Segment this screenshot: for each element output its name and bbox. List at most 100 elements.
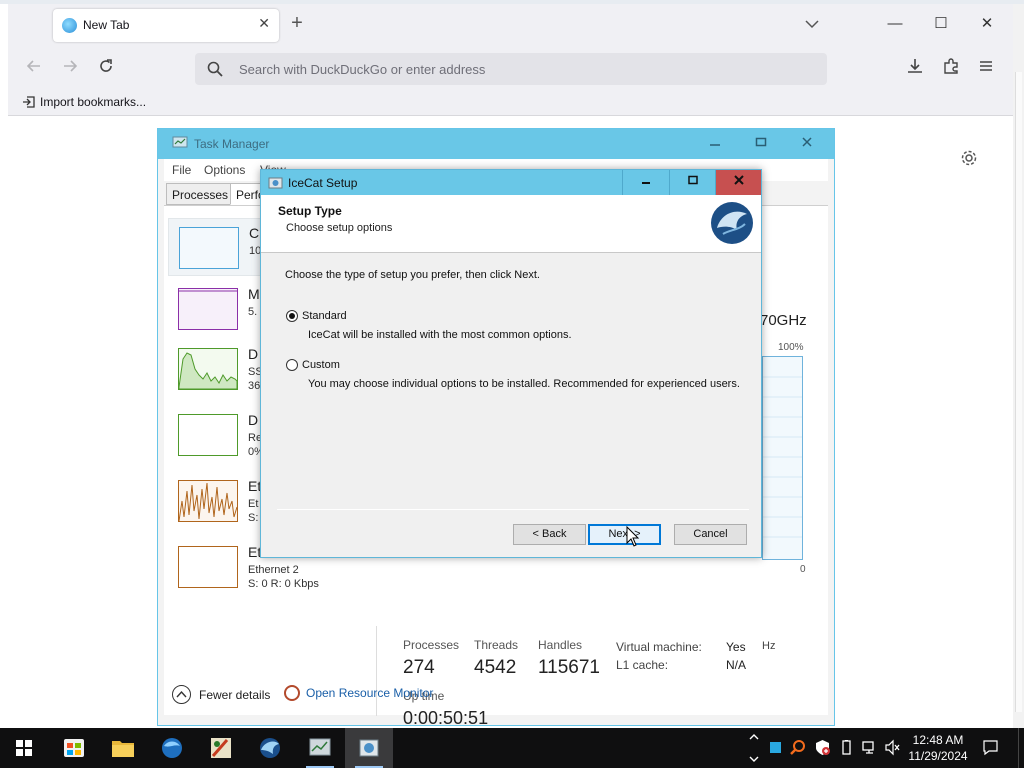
file-explorer-icon[interactable] — [99, 728, 147, 768]
tm-close-button[interactable] — [784, 129, 830, 159]
browser-minimize-button[interactable]: — — [885, 14, 905, 34]
perf-item-name: D — [248, 412, 259, 428]
setup-heading: Setup Type — [278, 204, 342, 218]
clock-time[interactable]: 12:48 AM — [905, 733, 971, 747]
store-icon[interactable] — [50, 728, 98, 768]
disk-thumb-graph — [178, 348, 238, 390]
new-tab-button[interactable]: + — [286, 12, 308, 36]
tray-battery-icon[interactable] — [838, 739, 855, 756]
tm-menu-options[interactable]: Options — [204, 163, 245, 177]
paint-icon[interactable] — [197, 728, 245, 768]
setup-maximize-button[interactable] — [669, 170, 715, 195]
fewer-details-label: Fewer details — [199, 687, 271, 702]
show-desktop-button[interactable] — [1018, 728, 1024, 768]
search-icon — [207, 61, 223, 77]
browser-close-button[interactable]: ✕ — [977, 14, 997, 34]
graph-max-label: 100% — [778, 342, 804, 353]
vertical-scrollbar[interactable] — [1013, 4, 1024, 728]
disk-thumb-graph — [178, 414, 238, 456]
uptime-value: 0:00:50:51 — [403, 708, 489, 728]
radio-custom-description: You may choose individual options to be … — [308, 378, 740, 390]
icecat-browser-icon[interactable] — [246, 728, 294, 768]
tm-minimize-button[interactable] — [692, 129, 738, 159]
speed-unit-fragment: Hz — [762, 640, 776, 652]
downloads-icon[interactable] — [903, 57, 927, 81]
setup-minimize-button[interactable] — [622, 170, 669, 195]
firefox-icon — [62, 18, 77, 33]
vm-value: Yes — [726, 640, 746, 654]
tray-security-shield-icon[interactable] — [814, 739, 831, 756]
forward-arrow-icon[interactable] — [58, 57, 82, 81]
task-manager-titlebar[interactable]: Task Manager — [158, 129, 834, 159]
tab-list-chevron-icon[interactable] — [802, 14, 822, 34]
address-bar[interactable] — [195, 53, 827, 85]
perf-item-sub: S: — [248, 512, 259, 524]
resource-monitor-icon — [284, 685, 300, 701]
graph-min-label: 0 — [800, 564, 806, 575]
vm-label: Virtual machine: — [616, 640, 702, 654]
menu-hamburger-icon[interactable] — [974, 57, 998, 81]
ethernet-thumb-graph — [178, 546, 238, 588]
radio-standard-description: IceCat will be installed with the most c… — [308, 329, 572, 341]
tab-close-icon[interactable]: ✕ — [258, 15, 270, 32]
chevron-up-icon — [172, 685, 191, 704]
open-resource-monitor-link[interactable]: Open Resource Monitor — [284, 685, 433, 701]
nav-bar — [8, 48, 1013, 90]
gear-icon[interactable] — [960, 149, 978, 167]
radio-standard-indicator[interactable] — [286, 310, 298, 322]
setup-subheading: Choose setup options — [286, 222, 393, 234]
fewer-details-button[interactable]: Fewer details — [172, 685, 270, 704]
task-manager-taskbar-icon[interactable] — [296, 728, 344, 768]
import-bookmarks-link[interactable]: Import bookmarks... — [22, 95, 146, 109]
tray-network-icon[interactable] — [861, 739, 878, 756]
threads-value: 4542 — [474, 657, 517, 678]
setup-close-button[interactable] — [715, 170, 761, 195]
perf-item-name: C — [249, 225, 260, 241]
perf-item-sub: 5. — [248, 306, 258, 318]
setup-taskbar-icon[interactable] — [345, 728, 393, 768]
tab-processes[interactable]: Processes — [166, 183, 235, 205]
cpu-utilization-graph — [762, 356, 803, 560]
open-resource-monitor-label: Open Resource Monitor — [306, 686, 434, 700]
browser-maximize-button[interactable]: ☐ — [931, 14, 951, 34]
back-button[interactable]: < Back — [513, 524, 586, 545]
l1-cache-value: N/A — [726, 658, 747, 672]
processes-value: 274 — [403, 657, 435, 678]
tm-maximize-button[interactable] — [738, 129, 784, 159]
radio-standard-label: Standard — [302, 310, 347, 322]
tray-overflow-chevron-icon[interactable] — [747, 730, 764, 766]
tray-blue-square-icon[interactable] — [767, 739, 784, 756]
import-icon — [23, 96, 35, 108]
scrollbar-thumb[interactable] — [1015, 72, 1022, 712]
task-manager-icon — [172, 136, 188, 150]
setup-title: IceCat Setup — [288, 176, 358, 190]
bookmarks-toolbar: Import bookmarks... — [8, 90, 1013, 116]
extensions-icon[interactable] — [939, 57, 963, 81]
perf-item-sub: 36 — [248, 380, 261, 392]
tab-new-tab[interactable]: New Tab ✕ — [53, 9, 279, 42]
cancel-button[interactable]: Cancel — [674, 524, 747, 545]
reload-icon[interactable] — [94, 57, 118, 81]
perf-item-name: D — [248, 346, 259, 362]
radio-custom[interactable]: Custom — [286, 359, 340, 371]
tray-search-icon[interactable] — [790, 739, 807, 756]
back-arrow-icon[interactable] — [22, 57, 46, 81]
start-button[interactable] — [0, 728, 48, 768]
clock-date[interactable]: 11/29/2024 — [905, 749, 971, 763]
perf-item-name: M — [248, 286, 260, 302]
setup-titlebar[interactable]: IceCat Setup — [261, 170, 761, 195]
notification-center-icon[interactable] — [982, 739, 999, 756]
setup-intro-text: Choose the type of setup you prefer, the… — [285, 269, 540, 281]
cpu-speed-fragment: 70GHz — [760, 312, 807, 329]
radio-custom-indicator[interactable] — [286, 359, 298, 371]
address-input[interactable] — [239, 60, 809, 78]
tm-menu-file[interactable]: File — [172, 163, 191, 177]
tray-volume-muted-icon[interactable] — [884, 739, 901, 756]
perf-item-sub: Ethernet 2 — [248, 564, 299, 576]
radio-standard[interactable]: Standard — [286, 310, 347, 322]
next-button[interactable]: Next > — [588, 524, 661, 545]
l1-cache-label: L1 cache: — [616, 658, 669, 672]
icecat-setup-dialog: IceCat Setup Setup Type Choose setup opt… — [260, 169, 762, 558]
browser-globe-icon[interactable] — [148, 728, 196, 768]
tab-title: New Tab — [83, 18, 130, 32]
